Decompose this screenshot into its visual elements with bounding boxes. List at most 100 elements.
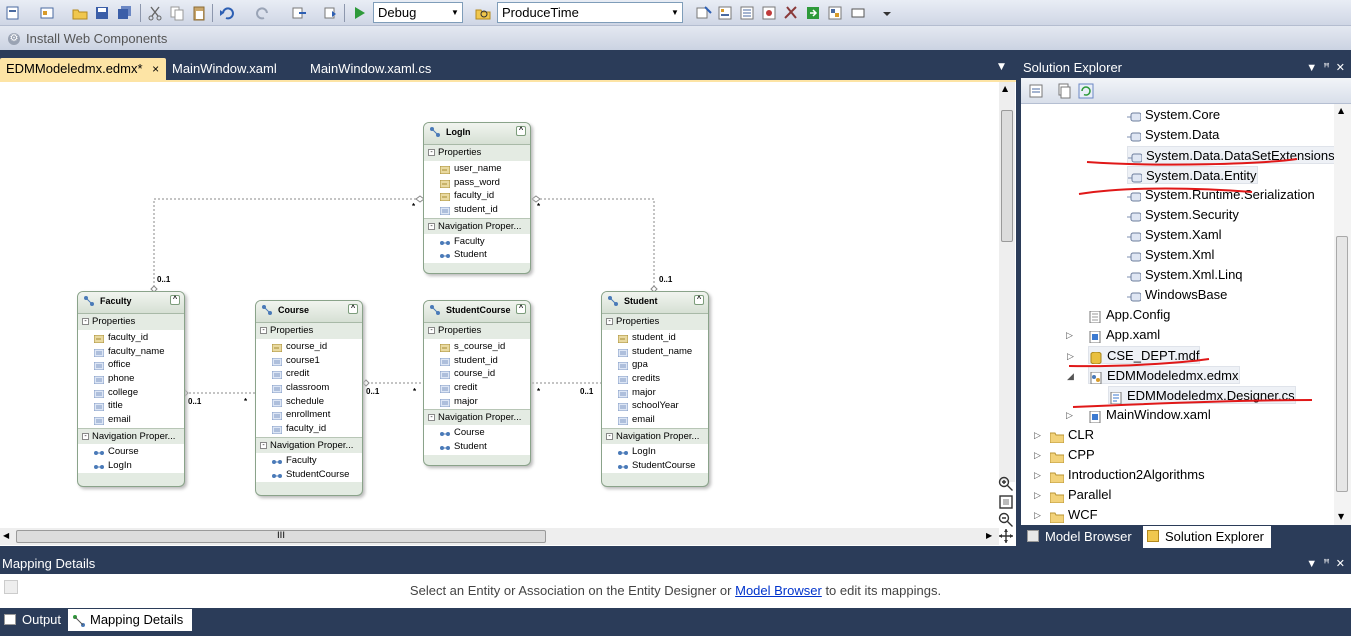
scroll-left-icon[interactable]: ◀ bbox=[3, 531, 9, 540]
navigate-forward-icon[interactable] bbox=[322, 4, 340, 22]
solution-vertical-scrollbar[interactable]: ▲ ▼ bbox=[1334, 104, 1351, 525]
entity-property[interactable]: faculty_id bbox=[78, 331, 184, 345]
collapse-icon[interactable]: ^ bbox=[694, 295, 704, 305]
tab-model-browser[interactable]: Model Browser bbox=[1023, 526, 1132, 548]
designer-horizontal-scrollbar[interactable]: ◀ III ▶ bbox=[0, 528, 999, 545]
cut-icon[interactable] bbox=[146, 4, 164, 22]
open-folder-icon[interactable] bbox=[71, 4, 89, 22]
designer-vertical-scrollbar[interactable]: ▲ bbox=[999, 82, 1015, 482]
tab-mainwindow-xaml[interactable]: MainWindow.xaml bbox=[166, 58, 283, 80]
entity-property[interactable]: credit bbox=[424, 381, 530, 395]
undo-icon[interactable] bbox=[218, 4, 236, 22]
entity-property[interactable]: phone bbox=[78, 372, 184, 386]
entity-property[interactable]: course_id bbox=[256, 340, 362, 354]
entity-property[interactable]: pass_word bbox=[424, 176, 530, 190]
entity-faculty[interactable]: Faculty ^ - Properties faculty_id faculty_n… bbox=[77, 291, 185, 487]
find-in-files-icon[interactable] bbox=[474, 4, 492, 22]
class-view-icon[interactable] bbox=[826, 4, 844, 22]
start-debugging-icon[interactable] bbox=[350, 4, 368, 22]
tab-edmx[interactable]: EDMModeledmx.edmx* × bbox=[0, 58, 166, 80]
entity-property[interactable]: classroom bbox=[256, 381, 362, 395]
section-collapse-icon[interactable]: - bbox=[428, 327, 435, 334]
window-position-icon[interactable]: ▼ bbox=[1306, 558, 1317, 570]
zoom-fit-icon[interactable] bbox=[998, 494, 1014, 510]
section-collapse-icon[interactable]: - bbox=[82, 432, 89, 440]
pin-icon[interactable]: ꟸ bbox=[1323, 558, 1329, 570]
entity-property[interactable]: credits bbox=[602, 372, 708, 386]
zoom-in-icon[interactable] bbox=[998, 476, 1014, 492]
entity-property[interactable]: enrollment bbox=[256, 408, 362, 422]
entity-property[interactable]: course1 bbox=[256, 354, 362, 368]
close-icon[interactable]: ✕ bbox=[1336, 62, 1345, 74]
tab-solution-explorer[interactable]: Solution Explorer bbox=[1143, 526, 1271, 548]
close-icon[interactable]: ✕ bbox=[1336, 558, 1345, 570]
entity-property[interactable]: user_name bbox=[424, 162, 530, 176]
tab-output[interactable]: Output bbox=[0, 609, 61, 631]
toolbar-options-icon[interactable] bbox=[878, 4, 896, 22]
navigation-property[interactable]: LogIn bbox=[602, 445, 708, 459]
navigation-property[interactable]: Faculty bbox=[424, 235, 530, 249]
tab-dropdown-icon[interactable]: ▼ bbox=[998, 62, 1005, 72]
entity-property[interactable]: college bbox=[78, 386, 184, 400]
solution-vertical-thumb[interactable] bbox=[1336, 236, 1348, 492]
designer-horizontal-thumb[interactable]: III bbox=[16, 530, 546, 543]
command-window-icon[interactable] bbox=[850, 4, 868, 22]
entity-property[interactable]: title bbox=[78, 399, 184, 413]
entity-property[interactable]: schedule bbox=[256, 395, 362, 409]
section-collapse-icon[interactable]: - bbox=[428, 414, 435, 422]
scroll-up-icon[interactable]: ▲ bbox=[1338, 106, 1344, 115]
entity-property[interactable]: faculty_id bbox=[256, 422, 362, 436]
properties-icon[interactable] bbox=[1027, 82, 1045, 100]
section-collapse-icon[interactable]: - bbox=[260, 327, 267, 334]
tab-mapping-details[interactable]: Mapping Details bbox=[68, 609, 192, 631]
find-combo[interactable]: ProduceTime ▼ bbox=[497, 2, 683, 23]
navigation-property[interactable]: Course bbox=[424, 426, 530, 440]
navigate-backward-icon[interactable] bbox=[290, 4, 308, 22]
object-browser-icon[interactable] bbox=[760, 4, 778, 22]
pin-icon[interactable]: ꟸ bbox=[1323, 62, 1329, 74]
install-web-components-button[interactable]: ⚙ Install Web Components bbox=[4, 29, 190, 49]
collapse-icon[interactable]: ^ bbox=[516, 126, 526, 136]
window-position-icon[interactable]: ▼ bbox=[1306, 62, 1317, 74]
new-project-icon[interactable] bbox=[4, 4, 22, 22]
copy-icon[interactable] bbox=[168, 4, 186, 22]
start-page-icon[interactable] bbox=[804, 4, 822, 22]
entity-property[interactable]: schoolYear bbox=[602, 399, 708, 413]
navigation-property[interactable]: Course bbox=[78, 445, 184, 459]
entity-property[interactable]: email bbox=[602, 413, 708, 427]
model-browser-link[interactable]: Model Browser bbox=[735, 583, 822, 598]
navigation-property[interactable]: Student bbox=[424, 248, 530, 262]
save-icon[interactable] bbox=[93, 4, 111, 22]
pan-icon[interactable] bbox=[998, 528, 1014, 544]
section-collapse-icon[interactable]: - bbox=[428, 149, 435, 156]
collapse-icon[interactable]: ^ bbox=[170, 295, 180, 305]
entity-property[interactable]: student_id bbox=[602, 331, 708, 345]
navigation-property[interactable]: Faculty bbox=[256, 454, 362, 468]
collapse-icon[interactable]: ^ bbox=[348, 304, 358, 314]
entity-student[interactable]: Student ^ - Properties student_id student_n… bbox=[601, 291, 709, 487]
entity-property[interactable]: major bbox=[424, 395, 530, 409]
solution-configuration-combo[interactable]: Debug ▼ bbox=[373, 2, 463, 23]
section-collapse-icon[interactable]: - bbox=[428, 222, 435, 230]
entity-property[interactable]: major bbox=[602, 386, 708, 400]
find-icon[interactable] bbox=[695, 4, 713, 22]
add-item-icon[interactable] bbox=[38, 4, 56, 22]
toolbox-icon[interactable] bbox=[782, 4, 800, 22]
entity-property[interactable]: office bbox=[78, 358, 184, 372]
entity-property[interactable]: student_name bbox=[602, 345, 708, 359]
collapse-icon[interactable]: ^ bbox=[516, 304, 526, 314]
section-collapse-icon[interactable]: - bbox=[82, 318, 89, 325]
entity-property[interactable]: course_id bbox=[424, 367, 530, 381]
entity-property[interactable]: credit bbox=[256, 367, 362, 381]
entity-studentcourse[interactable]: StudentCourse ^ - Properties s_course_id st… bbox=[423, 300, 531, 466]
show-all-files-icon[interactable] bbox=[1055, 82, 1073, 100]
navigation-property[interactable]: StudentCourse bbox=[256, 468, 362, 482]
entity-course[interactable]: Course ^ - Properties course_id course1 cred… bbox=[255, 300, 363, 496]
entity-property[interactable]: faculty_id bbox=[424, 189, 530, 203]
entity-property[interactable]: faculty_name bbox=[78, 345, 184, 359]
save-all-icon[interactable] bbox=[116, 4, 134, 22]
entity-property[interactable]: s_course_id bbox=[424, 340, 530, 354]
entity-property[interactable]: student_id bbox=[424, 203, 530, 217]
scroll-right-icon[interactable]: ▶ bbox=[986, 531, 992, 540]
entity-property[interactable]: email bbox=[78, 413, 184, 427]
